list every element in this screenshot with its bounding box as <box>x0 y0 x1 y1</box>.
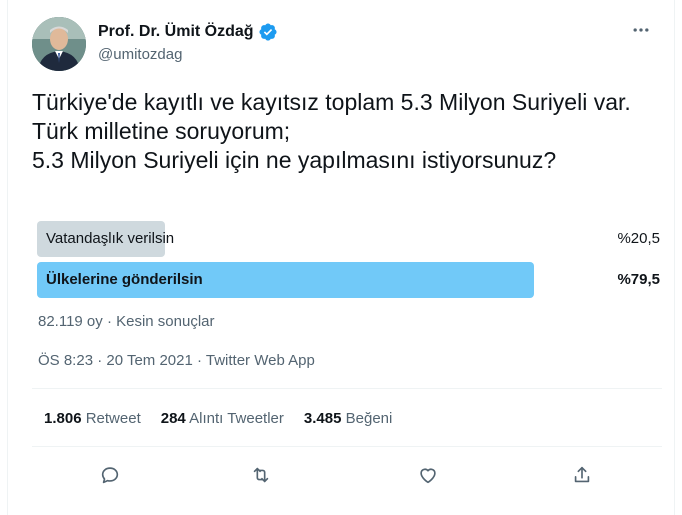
like-icon[interactable] <box>411 458 445 492</box>
retweets-count: 1.806 <box>44 410 82 427</box>
more-horizontal-icon[interactable] <box>626 18 656 42</box>
quotes-stat[interactable]: 284 Alıntı Tweetler <box>161 410 284 427</box>
retweets-label: Retweet <box>85 410 141 427</box>
retweets-stat[interactable]: 1.806 Retweet <box>44 410 141 427</box>
poll-option-2: Ülkelerine gönderilsin %79,5 <box>32 262 662 298</box>
divider <box>32 388 662 389</box>
avatar-image <box>32 17 86 71</box>
author-display-name[interactable]: Prof. Dr. Ümit Özdağ <box>98 23 254 41</box>
likes-label: Beğeni <box>345 410 393 427</box>
quotes-label: Alıntı Tweetler <box>189 410 284 427</box>
tweet-stats: 1.806 Retweet 284 Alıntı Tweetler 3.485 … <box>44 410 392 427</box>
retweet-icon[interactable] <box>244 458 278 492</box>
likes-count: 3.485 <box>303 410 342 427</box>
tweet-card: Prof. Dr. Ümit Özdağ @umitozdag Türkiye'… <box>7 0 675 515</box>
likes-stat[interactable]: 3.485 Beğeni <box>304 410 392 427</box>
verified-badge-icon <box>258 22 278 42</box>
divider <box>32 446 662 447</box>
quotes-count: 284 <box>160 410 186 427</box>
poll-meta: 82.119 oy · Kesin sonuçlar <box>38 313 215 330</box>
poll-option-percent: %79,5 <box>617 271 660 288</box>
tweet-text: Türkiye'de kayıtlı ve kayıtsız toplam 5.… <box>32 89 631 173</box>
avatar[interactable] <box>32 17 86 71</box>
author-name-row[interactable]: Prof. Dr. Ümit Özdağ <box>98 22 278 42</box>
poll-option-percent: %20,5 <box>617 230 660 247</box>
share-icon[interactable] <box>565 458 599 492</box>
poll: Vatandaşlık verilsin %20,5 Ülkelerine gö… <box>32 221 662 303</box>
poll-option-1: Vatandaşlık verilsin %20,5 <box>32 221 662 257</box>
poll-option-label: Ülkelerine gönderilsin <box>46 271 203 288</box>
tweet-timestamp[interactable]: ÖS 8:23 · 20 Tem 2021 · Twitter Web App <box>38 352 315 369</box>
poll-option-label: Vatandaşlık verilsin <box>46 230 175 247</box>
author-handle[interactable]: @umitozdag <box>98 46 182 63</box>
reply-icon[interactable] <box>93 458 127 492</box>
